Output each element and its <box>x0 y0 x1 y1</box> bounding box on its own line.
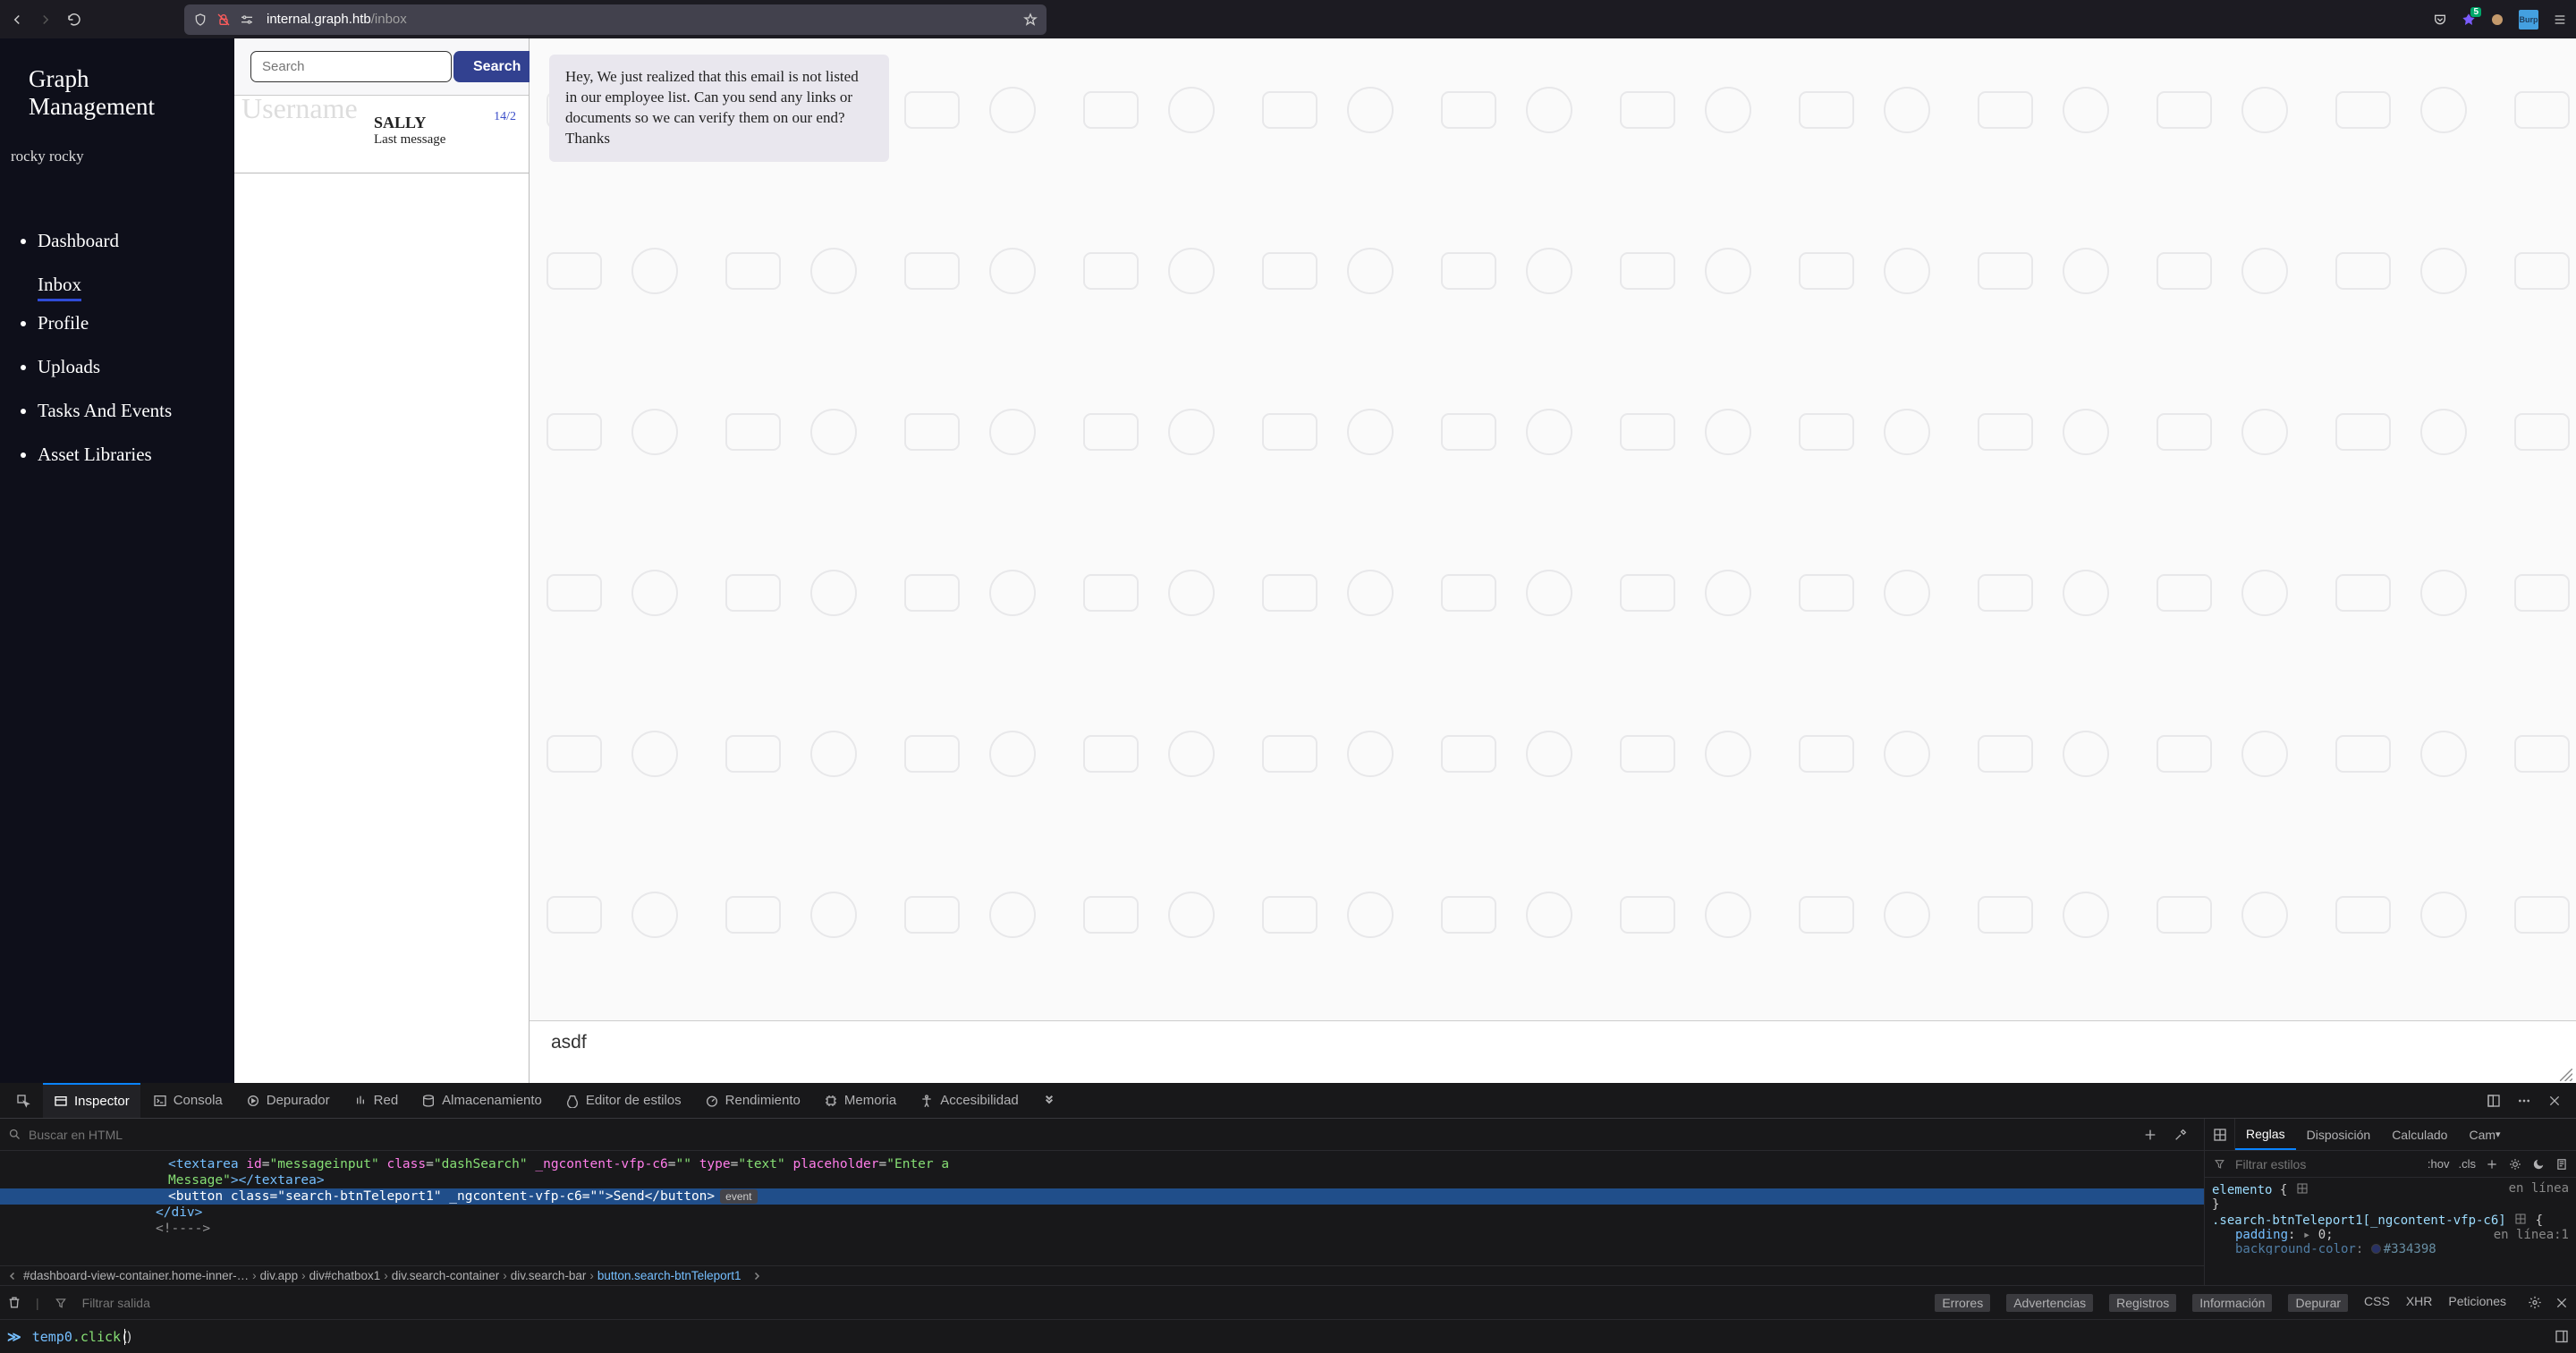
devtools-tab-style[interactable]: Editor de estilos <box>555 1083 692 1118</box>
filter-logs[interactable]: Registros <box>2109 1294 2176 1312</box>
forward-button[interactable] <box>38 12 54 28</box>
extension-foxyproxy-icon[interactable]: 5 <box>2462 13 2476 27</box>
search-icon <box>7 1128 21 1142</box>
light-mode-icon[interactable] <box>2508 1157 2522 1171</box>
extension-cookie-icon[interactable] <box>2490 13 2504 27</box>
changes-tab[interactable]: Cam <box>2458 1119 2511 1150</box>
clear-console-icon[interactable] <box>7 1296 21 1310</box>
devtools-tab-accessibility[interactable]: Accesibilidad <box>909 1083 1030 1118</box>
devtools-tab-console[interactable]: Consola <box>142 1083 233 1118</box>
grid-badge-icon[interactable] <box>2513 1212 2528 1226</box>
rules-tab[interactable]: Reglas <box>2235 1119 2296 1150</box>
filter-icon <box>2212 1157 2226 1171</box>
extension-burp-icon[interactable]: Burp <box>2519 10 2538 30</box>
inbox-column: Search Username 14/2 SALLY Last message <box>234 38 530 1083</box>
inbox-search-input[interactable] <box>250 51 452 82</box>
devtools-tab-inspector[interactable]: Inspector <box>43 1083 140 1118</box>
console-split-icon[interactable] <box>2555 1330 2569 1344</box>
brand-title: Graph Management <box>0 65 234 148</box>
filter-css[interactable]: CSS <box>2364 1294 2390 1312</box>
reload-button[interactable] <box>66 12 82 28</box>
add-rule-icon[interactable] <box>2485 1157 2499 1171</box>
page-content: Graph Management rocky rocky Dashboard I… <box>0 38 2576 1083</box>
resize-handle-icon[interactable] <box>2560 1069 2572 1081</box>
address-bar[interactable]: internal.graph.htb/inbox <box>184 4 1046 35</box>
layout-tab[interactable]: Disposición <box>2296 1119 2382 1150</box>
sidebar-item-profile[interactable]: Profile <box>38 301 234 345</box>
devtools-panel: Inspector Consola Depurador Red Almacena… <box>0 1083 2576 1353</box>
chevron-left-icon[interactable] <box>5 1269 20 1283</box>
devtools-html-search-input[interactable] <box>29 1128 2136 1142</box>
inbox-thread[interactable]: 14/2 SALLY Last message <box>234 96 529 173</box>
thread-name: SALLY <box>374 114 513 132</box>
add-node-icon[interactable] <box>2143 1128 2157 1142</box>
print-sim-icon[interactable] <box>2555 1157 2569 1171</box>
devtools-tab-network[interactable]: Red <box>343 1083 410 1118</box>
browser-toolbar: internal.graph.htb/inbox 5 Burp <box>0 0 2576 38</box>
event-badge[interactable]: event <box>720 1189 757 1204</box>
lock-insecure-icon <box>216 13 231 27</box>
devtools-tab-debugger[interactable]: Depurador <box>235 1083 341 1118</box>
filter-xhr[interactable]: XHR <box>2406 1294 2433 1312</box>
cls-toggle[interactable]: .cls <box>2459 1157 2477 1171</box>
current-user: rocky rocky <box>0 148 234 219</box>
shield-icon <box>193 13 208 27</box>
devtools-dock-icon[interactable] <box>2487 1094 2501 1108</box>
devtools-dom-tree[interactable]: <textarea id="messageinput" class="dashS… <box>0 1151 2204 1265</box>
console-filter-input[interactable] <box>82 1296 244 1310</box>
layout-panel-icon[interactable] <box>2205 1119 2235 1150</box>
compose-textarea[interactable]: asdf <box>530 1020 2576 1083</box>
thread-last: Last message <box>374 132 513 148</box>
inbox-search-button[interactable]: Search <box>453 51 540 82</box>
permissions-icon <box>240 13 254 27</box>
console-input[interactable]: ≫ temp0.click() <box>0 1319 2576 1353</box>
chevron-right-icon[interactable] <box>750 1269 764 1283</box>
devtools-tab-memory[interactable]: Memoria <box>813 1083 907 1118</box>
hov-toggle[interactable]: :hov <box>2428 1157 2450 1171</box>
grid-badge-icon[interactable] <box>2295 1181 2309 1196</box>
devtools-picker-icon[interactable] <box>5 1083 41 1118</box>
filter-debug[interactable]: Depurar <box>2288 1294 2348 1312</box>
extension-badge-count: 5 <box>2470 7 2481 17</box>
chat-pane: Hey, We just realized that this email is… <box>530 38 2576 1083</box>
computed-tab[interactable]: Calculado <box>2381 1119 2458 1150</box>
console-close-icon[interactable] <box>2555 1296 2569 1310</box>
sidebar-item-dashboard[interactable]: Dashboard <box>38 219 234 263</box>
dark-mode-icon[interactable] <box>2531 1157 2546 1171</box>
sidebar-item-inbox[interactable]: Inbox <box>38 263 81 301</box>
filter-info[interactable]: Información <box>2192 1294 2272 1312</box>
chat-message: Hey, We just realized that this email is… <box>549 55 889 162</box>
console-settings-icon[interactable] <box>2528 1296 2542 1310</box>
devtools-selected-node[interactable]: <button class="search-btnTeleport1" _ngc… <box>0 1188 2204 1205</box>
url-text: internal.graph.htb/inbox <box>267 12 1023 27</box>
thread-date: 14/2 <box>494 110 516 124</box>
css-rules-pane[interactable]: elemento { en línea } .search-btnTelepor… <box>2205 1178 2576 1285</box>
filter-errors[interactable]: Errores <box>1935 1294 1990 1312</box>
hamburger-menu-icon[interactable] <box>2553 13 2567 27</box>
devtools-tab-storage[interactable]: Almacenamiento <box>411 1083 553 1118</box>
devtools-more-icon[interactable] <box>2517 1094 2531 1108</box>
styles-filter-input[interactable] <box>2235 1157 2397 1171</box>
eyedropper-icon[interactable] <box>2174 1128 2188 1142</box>
sidebar-item-tasks[interactable]: Tasks And Events <box>38 389 234 433</box>
filter-icon <box>54 1296 68 1310</box>
app-sidebar: Graph Management rocky rocky Dashboard I… <box>0 38 234 1083</box>
filter-warnings[interactable]: Advertencias <box>2006 1294 2093 1312</box>
back-button[interactable] <box>9 12 25 28</box>
sidebar-item-uploads[interactable]: Uploads <box>38 345 234 389</box>
bookmark-icon[interactable] <box>1023 13 1038 27</box>
devtools-tab-performance[interactable]: Rendimiento <box>694 1083 811 1118</box>
devtools-breadcrumbs[interactable]: #dashboard-view-container.home-inner-…› … <box>0 1265 2204 1285</box>
compose-value: asdf <box>551 1032 587 1053</box>
sidebar-item-assets[interactable]: Asset Libraries <box>38 433 234 477</box>
devtools-close-icon[interactable] <box>2547 1094 2562 1108</box>
pocket-icon[interactable] <box>2433 13 2447 27</box>
filter-requests[interactable]: Peticiones <box>2448 1294 2506 1312</box>
devtools-tab-overflow-icon[interactable] <box>1031 1083 1067 1118</box>
